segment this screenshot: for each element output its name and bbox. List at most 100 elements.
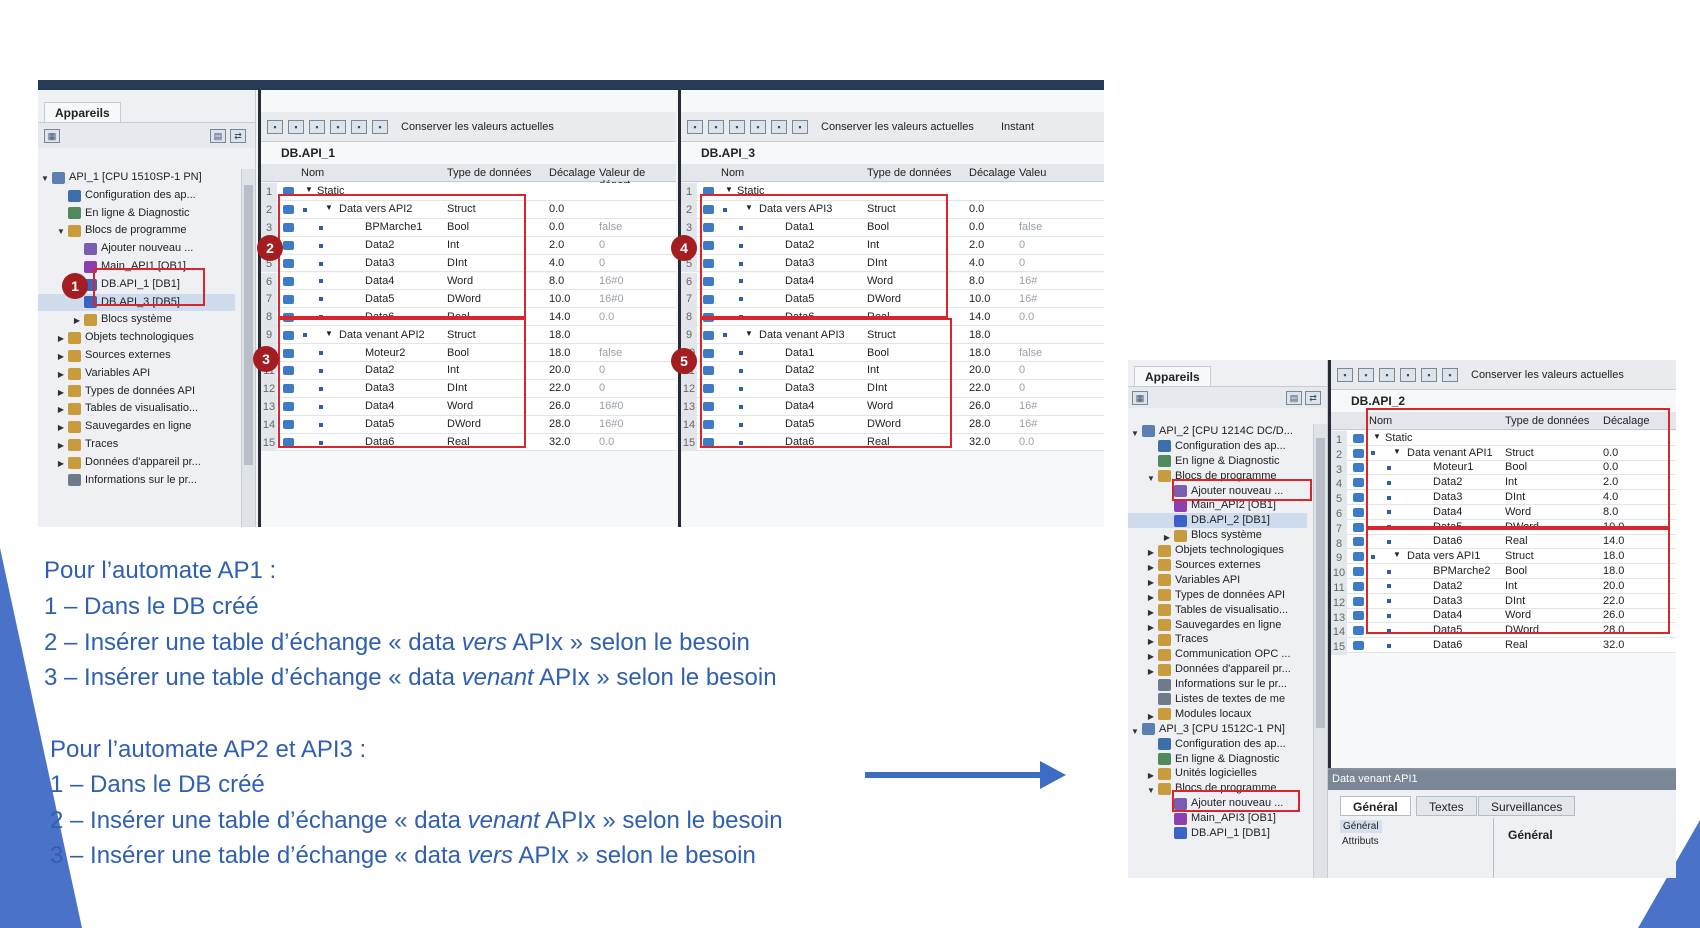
tree-item[interactable]: ▶ Modules locaux (1128, 707, 1307, 722)
start-value[interactable]: 16# (1019, 275, 1037, 287)
expand-arrow-icon[interactable]: ▶ (56, 329, 66, 347)
tree-item[interactable]: ▶ Données d'appareil pr... (38, 454, 235, 472)
grid-icon[interactable]: ▦ (1132, 391, 1148, 405)
column-header[interactable]: Décalage (969, 167, 1015, 179)
expand-arrow-icon[interactable]: ▶ (1146, 588, 1156, 603)
expand-arrow-icon[interactable]: ▶ (1146, 662, 1156, 677)
expand-arrow-icon[interactable]: ▶ (56, 383, 66, 401)
start-value[interactable]: 0.0 (1019, 311, 1034, 323)
start-value[interactable]: false (1019, 347, 1042, 359)
tree-item[interactable]: ▶ Traces (38, 436, 235, 454)
start-value[interactable]: 0 (599, 364, 605, 376)
snapshot-icon[interactable]: ▪ (729, 120, 745, 134)
copy-snapshot-icon[interactable]: ▪ (330, 120, 346, 134)
start-value[interactable]: 16# (1019, 293, 1037, 305)
tree-item[interactable]: ▶ Sauvegardes en ligne (38, 418, 235, 436)
collapse-arrow-icon[interactable]: ▼ (1146, 781, 1156, 796)
tree-item[interactable]: ▶ Objets technologiques (1128, 543, 1307, 558)
start-value[interactable]: false (599, 347, 622, 359)
collapse-arrow-icon[interactable]: ▼ (1146, 469, 1156, 484)
tab-surveillances[interactable]: Surveillances (1478, 796, 1576, 816)
tree-item[interactable]: DB.API_2 [DB1] (1128, 513, 1307, 529)
start-value[interactable]: 0.0 (599, 311, 614, 323)
view-icon[interactable]: ▤ (210, 129, 226, 143)
view-icon[interactable]: ▤ (1286, 391, 1302, 405)
start-value[interactable]: 16#0 (599, 400, 623, 412)
copy-snapshot-icon[interactable]: ▪ (750, 120, 766, 134)
tree-item[interactable]: ▶ Types de données API (38, 383, 235, 401)
expand-arrow-icon[interactable]: ▶ (1146, 632, 1156, 647)
tree-item[interactable]: ▶ Données d'appareil pr... (1128, 662, 1307, 677)
monitor-icon[interactable]: ▪ (1442, 368, 1458, 382)
refresh-icon[interactable]: ⇄ (230, 129, 246, 143)
table-row[interactable]: 15 Data6 Real 32.0 (1331, 638, 1676, 656)
collapse-arrow-icon[interactable]: ▼ (1130, 424, 1140, 439)
keep-actual-values-button[interactable]: Conserver les valeurs actuelles (1471, 369, 1624, 381)
expand-arrow-icon[interactable]: ▶ (56, 454, 66, 472)
collapse-arrow-icon[interactable]: ▼ (1130, 722, 1140, 737)
snapshot-icon[interactable]: ▪ (1379, 368, 1395, 382)
collapse-arrow-icon[interactable]: ▼ (40, 169, 50, 187)
keep-actual-values-button[interactable]: Conserver les valeurs actuelles (821, 121, 974, 133)
tree-item[interactable]: Configuration des ap... (1128, 439, 1307, 454)
tree-item[interactable]: ▶ Types de données API (1128, 588, 1307, 603)
start-value[interactable]: 0 (1019, 382, 1025, 394)
start-value[interactable]: 0 (599, 257, 605, 269)
tree-item[interactable]: ▶ Variables API (1128, 573, 1307, 588)
tree-item[interactable]: ▶ Tables de visualisatio... (1128, 603, 1307, 618)
tree-item[interactable]: DB.API_1 [DB1] (1128, 826, 1307, 841)
tree-item[interactable]: ▶ Sources externes (1128, 558, 1307, 573)
tree-item[interactable]: Main_API3 [OB1] (1128, 811, 1307, 826)
tree-item[interactable]: Listes de textes de me (1128, 692, 1307, 707)
tree-scrollbar[interactable] (241, 169, 255, 527)
start-value[interactable]: 0 (1019, 239, 1025, 251)
tree-item[interactable]: En ligne & Diagnostic (1128, 752, 1307, 767)
add-row-icon[interactable]: ▪ (708, 120, 724, 134)
start-value[interactable]: 16# (1019, 418, 1037, 430)
tree-item[interactable]: Informations sur le pr... (38, 472, 235, 490)
column-header[interactable]: Décalage (549, 167, 595, 179)
snapshot-icon[interactable]: ▪ (309, 120, 325, 134)
add-row-icon[interactable]: ▪ (288, 120, 304, 134)
start-value[interactable]: 16#0 (599, 418, 623, 430)
tab-appareils[interactable]: Appareils (44, 102, 121, 122)
monitor-icon[interactable]: ▪ (372, 120, 388, 134)
start-value[interactable]: 16#0 (599, 275, 623, 287)
list-view-icon[interactable]: ▪ (771, 120, 787, 134)
expand-arrow-icon[interactable]: ▶ (1146, 573, 1156, 588)
tree-item[interactable]: ▼ API_3 [CPU 1512C-1 PN] (1128, 722, 1307, 737)
column-header[interactable]: Valeu (1019, 167, 1046, 179)
scrollbar-thumb[interactable] (244, 185, 253, 465)
tab-appareils-b[interactable]: Appareils (1134, 366, 1211, 386)
start-value[interactable]: 0 (599, 382, 605, 394)
tree-item[interactable]: ▶ Communication OPC ... (1128, 647, 1307, 662)
tab-general[interactable]: Général (1340, 796, 1411, 816)
expand-arrow-icon[interactable]: ▶ (1146, 618, 1156, 633)
tree-item[interactable]: En ligne & Diagnostic (1128, 454, 1307, 469)
scrollbar-thumb[interactable] (1316, 438, 1325, 728)
tree-item[interactable]: ▶ Sources externes (38, 347, 235, 365)
tree-item[interactable]: ▼ API_2 [CPU 1214C DC/D... (1128, 424, 1307, 439)
list-view-icon[interactable]: ▪ (1421, 368, 1437, 382)
expand-arrow-icon[interactable]: ▶ (72, 311, 82, 329)
start-value[interactable]: 0.0 (599, 436, 614, 448)
insert-row-icon[interactable]: ▪ (687, 120, 703, 134)
snapshot-button[interactable]: Instant (1001, 121, 1034, 133)
start-value[interactable]: false (599, 221, 622, 233)
expand-arrow-icon[interactable]: ▶ (1146, 603, 1156, 618)
expand-arrow-icon[interactable]: ▶ (1162, 528, 1172, 543)
tab-textes[interactable]: Textes (1416, 796, 1477, 816)
tree-item[interactable]: ▶ Blocs système (38, 311, 235, 329)
tree-item[interactable]: ▼ Blocs de programme (38, 222, 235, 240)
tree-item[interactable]: ▶ Unités logicielles (1128, 766, 1307, 781)
nav-general[interactable]: Général (1340, 820, 1382, 833)
tree-item[interactable]: ▼ API_1 [CPU 1510SP-1 PN] (38, 169, 235, 187)
expand-arrow-icon[interactable]: ▶ (1146, 543, 1156, 558)
start-value[interactable]: 0 (599, 239, 605, 251)
data-type[interactable]: Real (1505, 639, 1528, 651)
tree-item[interactable]: Ajouter nouveau ... (38, 240, 235, 258)
start-value[interactable]: false (1019, 221, 1042, 233)
expand-arrow-icon[interactable]: ▶ (56, 436, 66, 454)
column-header[interactable]: Type de données (867, 167, 951, 179)
start-value[interactable]: 0.0 (1019, 436, 1034, 448)
